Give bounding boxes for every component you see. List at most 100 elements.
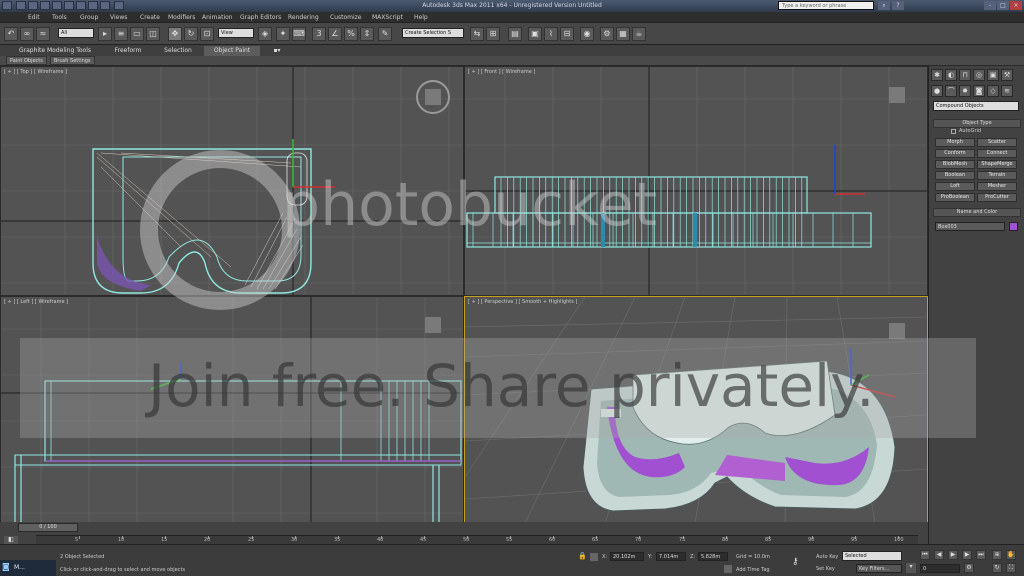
reference-coordinate-dropdown[interactable]: View	[218, 28, 254, 38]
menu-rendering[interactable]: Rendering	[288, 14, 319, 21]
next-frame-icon[interactable]: ▶	[962, 550, 972, 560]
add-time-tag-button[interactable]: Add Time Tag	[736, 567, 770, 573]
menu-tools[interactable]: Tools	[52, 14, 67, 21]
maximize-button[interactable]: □	[997, 1, 1009, 10]
object-color-swatch[interactable]	[1009, 222, 1018, 231]
menu-maxscript[interactable]: MAXScript	[372, 14, 403, 21]
viewport-label-left[interactable]: [ + ] [ Left ] [ Wireframe ]	[4, 299, 68, 305]
rollout-object-type[interactable]: Object Type	[933, 119, 1021, 128]
ribbon-options-icon[interactable]: ▪▾	[270, 46, 284, 56]
connect-button[interactable]: Connect	[977, 149, 1017, 158]
pivot-center-icon[interactable]: ◈	[258, 27, 272, 41]
rollout-name-and-color[interactable]: Name and Color	[933, 208, 1021, 217]
rendered-frame-icon[interactable]: ▦	[616, 27, 630, 41]
viewport-label-front[interactable]: [ + ] [ Front ] [ Wireframe ]	[468, 69, 535, 75]
snaps-toggle-icon[interactable]: 3	[312, 27, 326, 41]
modify-tab-icon[interactable]: ◐	[945, 69, 957, 81]
lock-selection-icon[interactable]: 🔒	[578, 552, 587, 561]
auto-key-button[interactable]: Auto Key	[816, 554, 838, 560]
new-icon[interactable]	[16, 1, 26, 10]
minimize-button[interactable]: -	[984, 1, 996, 10]
menu-create[interactable]: Create	[140, 14, 160, 21]
boolean-button[interactable]: Boolean	[935, 171, 975, 180]
selection-filter-dropdown[interactable]: All	[58, 28, 94, 38]
rotate-icon[interactable]: ↻	[184, 27, 198, 41]
undo-icon[interactable]	[52, 1, 62, 10]
geometry-icon[interactable]: ●	[931, 85, 943, 97]
unlink-icon[interactable]: ≈	[36, 27, 50, 41]
layer-manager-icon[interactable]: ▤	[508, 27, 522, 41]
curve-editor-icon[interactable]: ⌇	[544, 27, 558, 41]
link-icon[interactable]: ∞	[20, 27, 34, 41]
play-icon[interactable]: ▶	[948, 550, 958, 560]
tab-brush-settings[interactable]: Brush Settings	[50, 56, 95, 65]
select-by-name-icon[interactable]: ≡	[114, 27, 128, 41]
lights-icon[interactable]: ✸	[959, 85, 971, 97]
select-manipulate-icon[interactable]: ✦	[276, 27, 290, 41]
space-warps-icon[interactable]: ≋	[1001, 85, 1013, 97]
motion-tab-icon[interactable]: ◎	[973, 69, 985, 81]
time-slider[interactable]: 0 / 100	[18, 523, 78, 532]
scale-icon[interactable]: ⊡	[200, 27, 214, 41]
time-tag-icon[interactable]	[724, 565, 732, 573]
menu-modifiers[interactable]: Modifiers	[168, 14, 195, 21]
current-frame-field[interactable]: 0	[920, 564, 960, 573]
helpers-icon[interactable]: ◇	[987, 85, 999, 97]
redo-icon[interactable]	[64, 1, 74, 10]
track-bar[interactable]: 5 10 15 20 25 30 35 40 45 50 55 60 65 70 75 80 85 90 95 100	[36, 535, 918, 544]
hold-icon[interactable]	[76, 1, 86, 10]
mesher-button[interactable]: Mesher	[977, 182, 1017, 191]
cameras-icon[interactable]: ◙	[973, 85, 985, 97]
set-key-button[interactable]: Set Key	[816, 566, 835, 572]
proboolean-button[interactable]: ProBoolean	[935, 193, 975, 202]
zoom-icon[interactable]: ⊕	[992, 550, 1002, 560]
blobmesh-button[interactable]: BlobMesh	[935, 160, 975, 169]
shapemerge-button[interactable]: ShapeMerge	[977, 160, 1017, 169]
tab-freeform[interactable]: Freeform	[108, 46, 148, 56]
pan-icon[interactable]: ✋	[1006, 550, 1016, 560]
open-icon[interactable]	[28, 1, 38, 10]
workspace-dropdown[interactable]	[114, 1, 124, 10]
display-tab-icon[interactable]: ▣	[987, 69, 999, 81]
menu-customize[interactable]: Customize	[330, 14, 362, 21]
maximize-viewport-icon[interactable]: ⛶	[1006, 563, 1016, 573]
z-coordinate-field[interactable]: 5.828m	[698, 552, 728, 561]
3dsmax-taskbar-icon[interactable]: ◙	[2, 562, 12, 574]
x-coordinate-field[interactable]: 20.102m	[610, 552, 644, 561]
taskbar-item[interactable]: M...	[14, 564, 25, 571]
percent-snap-icon[interactable]: %	[344, 27, 358, 41]
spinner-snap-icon[interactable]: ⇕	[360, 27, 374, 41]
help-icon[interactable]: ?	[892, 1, 904, 10]
mirror-icon[interactable]: ⇆	[470, 27, 484, 41]
app-icon[interactable]	[2, 1, 12, 10]
autogrid-checkbox[interactable]	[951, 129, 956, 134]
key-filter-icon[interactable]: ▾	[906, 563, 916, 573]
orbit-icon[interactable]: ↻	[992, 563, 1002, 573]
fetch-icon[interactable]	[88, 1, 98, 10]
menu-help[interactable]: Help	[414, 14, 428, 21]
set-key-icon[interactable]: ⚷	[792, 557, 808, 567]
time-config-icon[interactable]: ⚙	[964, 563, 974, 573]
viewport-label-top[interactable]: [ + ] [ Top ] [ Wireframe ]	[4, 69, 67, 75]
tab-object-paint[interactable]: Object Paint	[204, 46, 260, 56]
trackbar-toggle-icon[interactable]: ◧	[4, 536, 18, 544]
graphite-toggle-icon[interactable]: ▣	[528, 27, 542, 41]
key-mode-dropdown[interactable]: Selected	[842, 551, 902, 561]
terrain-button[interactable]: Terrain	[977, 171, 1017, 180]
conform-button[interactable]: Conform	[935, 149, 975, 158]
menu-animation[interactable]: Animation	[202, 14, 233, 21]
menu-views[interactable]: Views	[110, 14, 127, 21]
scatter-button[interactable]: Scatter	[977, 138, 1017, 147]
tab-graphite-modeling-tools[interactable]: Graphite Modeling Tools	[14, 46, 96, 56]
key-filters-button[interactable]: Key Filters...	[856, 564, 902, 573]
keyboard-shortcut-icon[interactable]: ⌨	[292, 27, 306, 41]
morph-button[interactable]: Morph	[935, 138, 975, 147]
tab-selection[interactable]: Selection	[158, 46, 198, 56]
loft-button[interactable]: Loft	[935, 182, 975, 191]
search-input[interactable]: Type a keyword or phrase	[778, 1, 874, 10]
search-icon[interactable]: ⌕	[878, 1, 890, 10]
window-crossing-icon[interactable]: ◫	[146, 27, 160, 41]
select-object-icon[interactable]: ▸	[98, 27, 112, 41]
render-icon[interactable]: ☕	[632, 27, 646, 41]
menu-graph-editors[interactable]: Graph Editors	[240, 14, 281, 21]
